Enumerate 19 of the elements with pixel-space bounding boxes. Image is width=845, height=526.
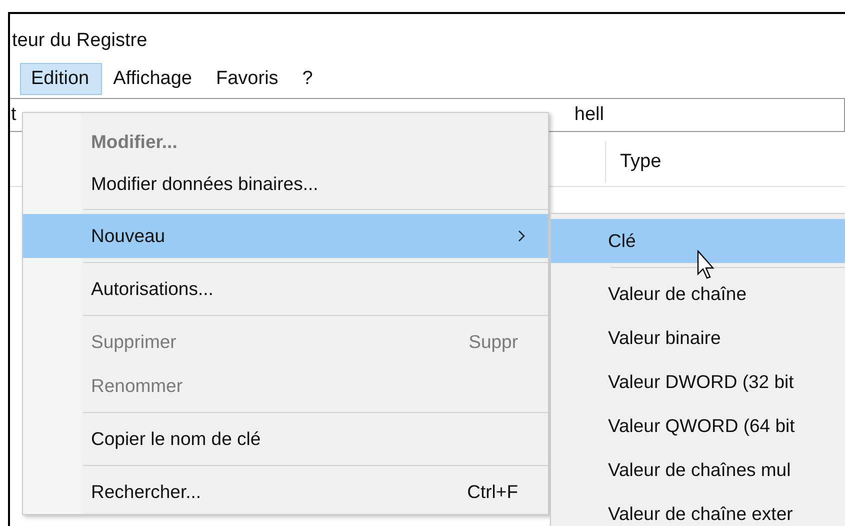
menu-item[interactable]: Valeur binaire (551, 316, 845, 360)
menu-item[interactable]: Clé (551, 219, 845, 263)
menu-item[interactable]: Modifier données binaires... (23, 163, 548, 205)
menu-item[interactable]: Valeur de chaîne exter (551, 492, 845, 526)
menu-item[interactable]: Valeur de chaîne (551, 272, 845, 316)
menu-item[interactable]: Valeur DWORD (32 bit (551, 360, 845, 404)
menu-item[interactable]: Copier le nom de clé (23, 417, 548, 461)
menu-item[interactable]: Nouveau (23, 214, 548, 258)
menu-bar-item[interactable]: ? (291, 63, 326, 95)
menu-item[interactable]: Valeur de chaînes mul (551, 448, 845, 492)
menu-bar-item[interactable]: Edition (20, 63, 102, 95)
menu-item[interactable]: Valeur QWORD (64 bit (551, 404, 845, 448)
mouse-pointer-icon (697, 250, 717, 280)
menu-item[interactable]: Rechercher... Ctrl+F (23, 470, 548, 514)
menu-bar-item[interactable]: Favoris (205, 63, 292, 95)
window-title: teur du Registre (11, 29, 148, 53)
column-header[interactable]: Type (605, 141, 676, 183)
menu-bar-item[interactable]: Affichage (102, 63, 205, 95)
menu-item[interactable]: Autorisations... (23, 267, 548, 311)
